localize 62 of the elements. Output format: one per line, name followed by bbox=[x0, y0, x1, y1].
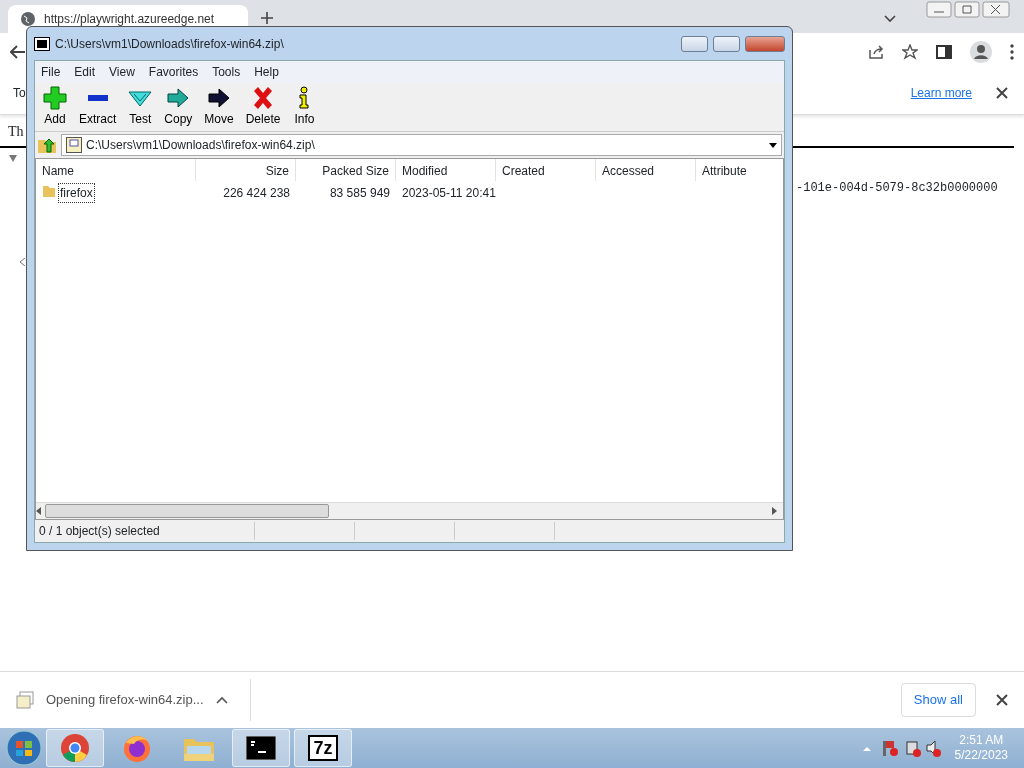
file-row[interactable]: firefox 226 424 238 83 585 949 2023-05-11 20:41 bbox=[36, 181, 783, 205]
profile-icon[interactable] bbox=[970, 41, 992, 63]
column-header[interactable]: Size bbox=[196, 159, 296, 181]
window-title: C:\Users\vm1\Downloads\firefox-win64.zip\ bbox=[55, 35, 284, 53]
learn-more-link[interactable]: Learn more bbox=[910, 83, 972, 102]
plus-icon bbox=[43, 86, 67, 110]
sidebar-icon[interactable] bbox=[936, 44, 952, 60]
console-icon[interactable] bbox=[246, 736, 276, 760]
clock-date: 5/22/2023 bbox=[954, 748, 1008, 763]
table-cell-text: 83 585 949 bbox=[328, 185, 391, 202]
page-text: -101e-004d-5079-8c32b0000000 bbox=[796, 180, 998, 197]
infobar-text: To bbox=[13, 84, 26, 102]
archive-icon bbox=[66, 137, 82, 153]
tab-title: https://playwright.azureedge.net bbox=[44, 11, 215, 28]
column-header[interactable]: Packed Size bbox=[296, 159, 396, 181]
chevron-up-icon[interactable] bbox=[215, 696, 228, 704]
clock-time: 2:51 AM bbox=[958, 733, 1005, 748]
folder-icon bbox=[42, 184, 56, 198]
menu-item[interactable]: Help bbox=[254, 63, 279, 81]
share-icon[interactable] bbox=[868, 44, 884, 60]
chrome-icon[interactable] bbox=[60, 733, 90, 763]
file-name: firefox bbox=[59, 184, 94, 202]
status-text: 0 / 1 object(s) selected bbox=[35, 522, 255, 540]
menu-item[interactable]: View bbox=[109, 63, 135, 81]
column-header[interactable]: Created bbox=[496, 159, 596, 181]
menu-item[interactable]: Favorites bbox=[148, 63, 199, 81]
minus-icon bbox=[87, 95, 108, 101]
menu-item[interactable]: Tools bbox=[212, 63, 241, 81]
archiver-app-icon[interactable]: 7z bbox=[308, 735, 338, 761]
show-all-button[interactable]: Show all bbox=[900, 683, 976, 717]
firefox-icon[interactable] bbox=[122, 733, 152, 763]
column-header[interactable]: Attribute bbox=[696, 159, 783, 181]
table-cell-text: 226 424 238 bbox=[222, 185, 291, 202]
dropdown-icon[interactable] bbox=[769, 142, 777, 148]
scroll-left-icon[interactable] bbox=[36, 507, 41, 515]
horizontal-scrollbar[interactable] bbox=[36, 502, 783, 519]
arrow-icon bbox=[207, 86, 232, 110]
arrow-icon bbox=[166, 86, 191, 110]
table-cell-text: 2023-05-11 20:41 bbox=[401, 185, 496, 202]
close-icon[interactable] bbox=[996, 86, 1008, 99]
new-tab-icon[interactable] bbox=[260, 11, 274, 25]
column-header[interactable]: Accessed bbox=[596, 159, 696, 181]
globe-icon bbox=[20, 11, 36, 27]
chevron-down-icon[interactable] bbox=[884, 15, 896, 23]
close-button[interactable] bbox=[745, 35, 785, 52]
path-field[interactable]: C:\Users\vm1\Downloads\firefox-win64.zip\ bbox=[61, 134, 782, 156]
up-folder-icon[interactable] bbox=[37, 136, 57, 154]
maximize-button[interactable] bbox=[713, 35, 740, 52]
star-icon[interactable] bbox=[902, 44, 918, 60]
download-filename: Opening firefox-win64.zip... bbox=[46, 691, 204, 710]
menu-item[interactable]: Edit bbox=[74, 63, 96, 81]
archive-file-icon bbox=[16, 691, 34, 709]
column-header[interactable]: Name bbox=[36, 159, 196, 181]
close-icon[interactable] bbox=[996, 694, 1008, 706]
caret-icon bbox=[9, 155, 17, 162]
column-header[interactable]: Modified bbox=[396, 159, 496, 181]
start-button-icon[interactable] bbox=[6, 730, 42, 766]
menu-icon[interactable] bbox=[1010, 44, 1014, 60]
minimize-button[interactable] bbox=[681, 35, 708, 52]
back-arrow-icon[interactable] bbox=[10, 45, 26, 59]
scroll-right-icon[interactable] bbox=[772, 507, 777, 515]
menu-item[interactable]: File bbox=[41, 63, 61, 81]
